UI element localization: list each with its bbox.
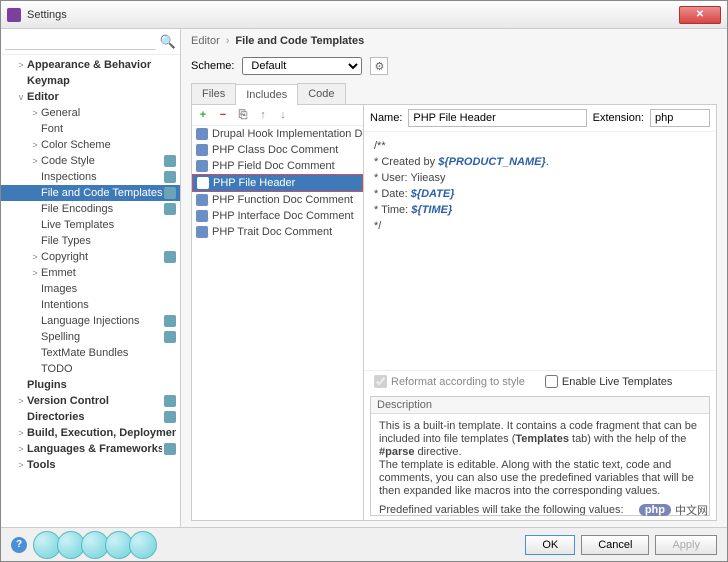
tree-item[interactable]: Spelling [1,329,180,345]
content: 🔍 >Appearance & BehaviorKeymapvEditor>Ge… [1,29,727,527]
breadcrumb-leaf: File and Code Templates [235,35,364,47]
up-icon[interactable]: ↑ [256,108,270,122]
main-panel: Editor › File and Code Templates Scheme:… [181,29,727,527]
tree-item[interactable]: Font [1,121,180,137]
tree-item[interactable]: TextMate Bundles [1,345,180,361]
search-icon: 🔍 [160,34,176,50]
template-item[interactable]: PHP Class Doc Comment [192,142,363,158]
extension-label: Extension: [593,112,644,124]
app-icon [7,8,21,22]
tree-item[interactable]: Plugins [1,377,180,393]
tree-item[interactable]: Live Templates [1,217,180,233]
template-toolbar: + − ⎘ ↑ ↓ [192,105,363,126]
tree-item[interactable]: >Emmet [1,265,180,281]
description-box: Description This is a built-in template.… [370,396,710,516]
search-input[interactable] [5,33,156,50]
tree-item[interactable]: >Copyright [1,249,180,265]
tree-item[interactable]: >Color Scheme [1,137,180,153]
tree-item[interactable]: Intentions [1,297,180,313]
tree-item[interactable]: File and Code Templates [1,185,180,201]
tree-item[interactable]: >General [1,105,180,121]
tab-files[interactable]: Files [191,83,236,104]
tree-item[interactable]: Images [1,281,180,297]
settings-tree[interactable]: >Appearance & BehaviorKeymapvEditor>Gene… [1,55,180,527]
tree-item[interactable]: Directories [1,409,180,425]
tree-item[interactable]: Language Injections [1,313,180,329]
gear-icon[interactable]: ⚙ [370,57,388,75]
template-item[interactable]: PHP Trait Doc Comment [192,224,363,240]
editor-panel: Name: Extension: /** * Created by ${PROD… [364,105,716,520]
tree-item[interactable]: >Code Style [1,153,180,169]
tab-includes[interactable]: Includes [235,84,298,105]
tree-item[interactable]: >Tools [1,457,180,473]
chevron-right-icon: › [226,35,230,47]
template-item[interactable]: PHP Interface Doc Comment [192,208,363,224]
code-editor[interactable]: /** * Created by ${PRODUCT_NAME}. * User… [364,132,716,370]
scheme-label: Scheme: [191,60,234,72]
tab-code[interactable]: Code [297,83,345,104]
tree-item[interactable]: vEditor [1,89,180,105]
template-item[interactable]: PHP Function Doc Comment [192,192,363,208]
name-row: Name: Extension: [364,105,716,132]
tabs: FilesIncludesCode [191,83,717,105]
down-icon[interactable]: ↓ [276,108,290,122]
window-title: Settings [27,9,679,21]
template-list-panel: + − ⎘ ↑ ↓ Drupal Hook Implementation Doc… [192,105,364,520]
decoration [37,531,157,559]
apply-button[interactable]: Apply [655,535,717,555]
tree-item[interactable]: TODO [1,361,180,377]
tree-item[interactable]: Keymap [1,73,180,89]
add-icon[interactable]: + [196,108,210,122]
ok-button[interactable]: OK [525,535,575,555]
search-row: 🔍 [1,29,180,55]
template-item[interactable]: PHP Field Doc Comment [192,158,363,174]
template-item[interactable]: Drupal Hook Implementation Doc [192,126,363,142]
reformat-checkbox[interactable]: Reformat according to style [374,375,525,388]
remove-icon[interactable]: − [216,108,230,122]
tree-item[interactable]: >Languages & Frameworks [1,441,180,457]
template-name-input[interactable] [408,109,586,127]
name-label: Name: [370,112,402,124]
description-header: Description [371,397,709,414]
tree-item[interactable]: >Version Control [1,393,180,409]
cancel-button[interactable]: Cancel [581,535,649,555]
breadcrumb: Editor › File and Code Templates [181,29,727,53]
close-button[interactable]: ✕ [679,6,721,24]
titlebar: Settings ✕ [1,1,727,29]
subcontent: + − ⎘ ↑ ↓ Drupal Hook Implementation Doc… [191,105,717,521]
scheme-row: Scheme: Default ⚙ [181,53,727,83]
footer: ? OK Cancel Apply [1,527,727,561]
description-body: This is a built-in template. It contains… [371,414,709,516]
breadcrumb-root[interactable]: Editor [191,35,220,47]
sidebar: 🔍 >Appearance & BehaviorKeymapvEditor>Ge… [1,29,181,527]
help-button[interactable]: ? [11,537,27,553]
tree-item[interactable]: >Build, Execution, Deployment [1,425,180,441]
tree-item[interactable]: File Types [1,233,180,249]
tree-item[interactable]: File Encodings [1,201,180,217]
tree-item[interactable]: Inspections [1,169,180,185]
settings-window: Settings ✕ 🔍 >Appearance & BehaviorKeyma… [0,0,728,562]
extension-input[interactable] [650,109,710,127]
live-templates-checkbox[interactable]: Enable Live Templates [545,375,672,388]
scheme-select[interactable]: Default [242,57,362,75]
copy-icon[interactable]: ⎘ [236,108,250,122]
template-list[interactable]: Drupal Hook Implementation DocPHP Class … [192,126,363,520]
tree-item[interactable]: >Appearance & Behavior [1,57,180,73]
template-item[interactable]: PHP File Header [192,174,363,192]
options-row: Reformat according to style Enable Live … [364,370,716,392]
